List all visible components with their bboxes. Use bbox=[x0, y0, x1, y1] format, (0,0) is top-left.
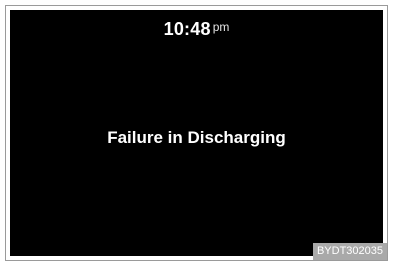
display-screen: 10:48 pm Failure in Discharging bbox=[10, 10, 383, 256]
status-message: Failure in Discharging bbox=[107, 128, 286, 147]
display-frame: 10:48 pm Failure in Discharging BYDT30203… bbox=[5, 5, 388, 261]
clock-period: pm bbox=[212, 20, 230, 34]
clock-time: 10:48 bbox=[163, 19, 211, 39]
reference-code-badge: BYDT302035 bbox=[312, 242, 387, 260]
clock: 10:48 pm bbox=[10, 20, 383, 39]
